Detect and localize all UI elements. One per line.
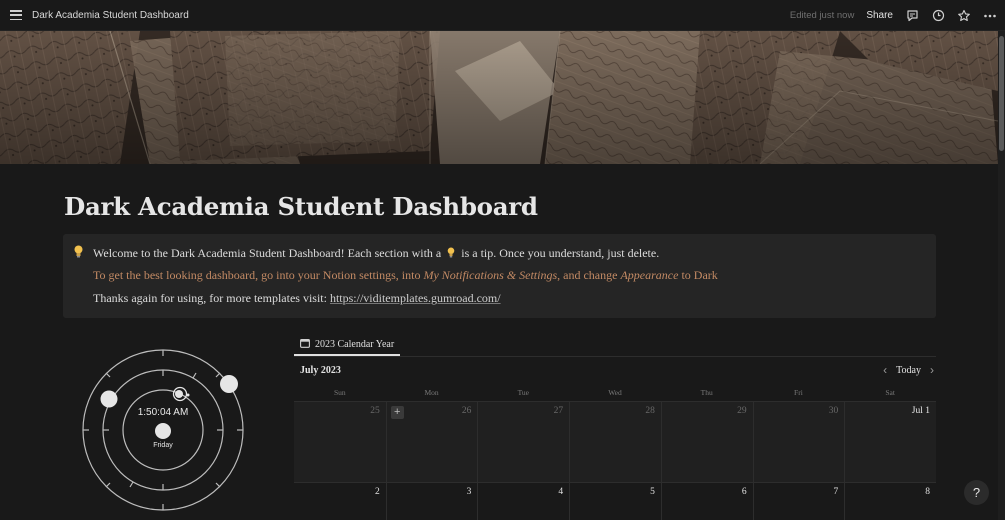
- calendar-grid: Sun Mon Tue Wed Thu Fri Sat 25 +26 27 28…: [294, 384, 936, 520]
- day-number: 8: [925, 487, 930, 497]
- weekday-label: Tue: [517, 388, 529, 397]
- callout-line-settings: To get the best looking dashboard, go in…: [93, 268, 718, 283]
- calendar-month: July 2023: [300, 365, 341, 376]
- callout-line-welcome: Welcome to the Dark Academia Student Das…: [93, 246, 659, 261]
- add-event-button[interactable]: +: [390, 406, 404, 419]
- calendar-icon: [300, 335, 310, 353]
- star-icon[interactable]: [957, 9, 971, 23]
- share-button[interactable]: Share: [866, 10, 893, 21]
- day-number: Jul 1: [911, 406, 930, 416]
- day-number: 4: [558, 487, 564, 497]
- weekday-label: Thu: [700, 388, 713, 397]
- callout-emphasis: My Notifications & Settings: [423, 268, 558, 282]
- calendar-day-cell[interactable]: 4: [477, 483, 570, 520]
- calendar-day-cell[interactable]: 3: [385, 483, 478, 520]
- clock-time: 1:50:04 AM: [137, 407, 189, 418]
- templates-link[interactable]: https://viditemplates.gumroad.com/: [330, 291, 501, 305]
- calendar-day-cell[interactable]: 28: [569, 402, 661, 482]
- tip-callout[interactable]: Welcome to the Dark Academia Student Das…: [63, 234, 936, 318]
- lightbulb-icon: [447, 247, 455, 258]
- calendar-day-cell[interactable]: 27: [477, 402, 570, 482]
- calendar-day-cell[interactable]: 29: [660, 402, 753, 482]
- calendar-week-row: 2 3 4 5 6 7 8: [294, 482, 936, 520]
- calendar-day-cell[interactable]: 2: [294, 483, 386, 520]
- callout-emphasis: Appearance: [620, 268, 679, 282]
- tab-label: 2023 Calendar Year: [315, 338, 395, 350]
- lightbulb-icon: [73, 245, 84, 258]
- day-number: 29: [737, 406, 747, 416]
- today-button[interactable]: Today: [896, 365, 921, 376]
- calendar-day-cell[interactable]: 5: [569, 483, 661, 520]
- clock-widget: 1:50:04 AM Friday: [80, 347, 246, 513]
- callout-text: Welcome to the Dark Academia Student Das…: [93, 246, 442, 260]
- clock-day: Friday: [153, 442, 173, 449]
- weekday-header: Sun Mon Tue Wed Thu Fri Sat: [294, 384, 936, 401]
- comment-icon[interactable]: [905, 9, 919, 23]
- menu-icon[interactable]: [10, 10, 22, 20]
- calendar-day-cell[interactable]: 6: [660, 483, 753, 520]
- weekday-label: Fri: [794, 388, 803, 397]
- day-number: 27: [553, 406, 564, 416]
- day-number: 28: [645, 406, 655, 416]
- weekday-label: Mon: [424, 388, 439, 397]
- callout-line-thanks: Thanks again for using, for more templat…: [93, 291, 501, 306]
- scrollbar-thumb[interactable]: [999, 36, 1004, 151]
- tab-2023-calendar-year[interactable]: 2023 Calendar Year: [294, 334, 400, 356]
- page-title[interactable]: Dark Academia Student Dashboard: [64, 192, 538, 221]
- callout-text: to Dark: [681, 268, 718, 282]
- weekday-label: Sun: [334, 388, 346, 397]
- day-number: 7: [833, 487, 839, 497]
- calendar-nav: ‹ Today ›: [883, 363, 934, 377]
- cover-image[interactable]: [0, 31, 998, 164]
- weekday-label: Wed: [608, 388, 622, 397]
- help-button[interactable]: ?: [964, 480, 989, 505]
- calendar-day-cell[interactable]: 8: [844, 483, 936, 520]
- day-number: 5: [650, 487, 655, 497]
- day-number: 3: [466, 487, 472, 497]
- calendar-week-row: 25 +26 27 28 29 30 Jul 1: [294, 401, 936, 482]
- calendar-day-cell[interactable]: 7: [752, 483, 845, 520]
- breadcrumb-page-title[interactable]: Dark Academia Student Dashboard: [32, 10, 189, 21]
- history-icon[interactable]: [931, 9, 945, 23]
- orbit-clock-graphic: [82, 349, 244, 511]
- top-bar: Dark Academia Student Dashboard Edited j…: [0, 0, 1005, 31]
- day-number: 25: [370, 406, 380, 416]
- calendar-day-cell[interactable]: +26: [385, 402, 478, 482]
- day-number: 30: [828, 406, 839, 416]
- weekday-label: Sat: [885, 388, 895, 397]
- callout-text: is a tip. Once you understand, just dele…: [461, 246, 660, 260]
- chevron-left-icon[interactable]: ‹: [883, 363, 887, 377]
- callout-text: , and change: [557, 268, 618, 282]
- calendar-day-cell[interactable]: 30: [752, 402, 845, 482]
- callout-text: To get the best looking dashboard, go in…: [93, 268, 421, 282]
- day-number: 2: [374, 487, 380, 497]
- calendar-day-cell[interactable]: Jul 1: [844, 402, 936, 482]
- day-number: 26: [461, 406, 472, 416]
- edited-status: Edited just now: [789, 10, 855, 21]
- callout-text: Thanks again for using, for more templat…: [93, 291, 327, 305]
- chevron-right-icon[interactable]: ›: [930, 363, 934, 377]
- more-icon[interactable]: [983, 9, 997, 23]
- calendar-day-cell[interactable]: 25: [294, 402, 386, 482]
- day-number: 6: [741, 487, 747, 497]
- tab-divider: [294, 356, 936, 357]
